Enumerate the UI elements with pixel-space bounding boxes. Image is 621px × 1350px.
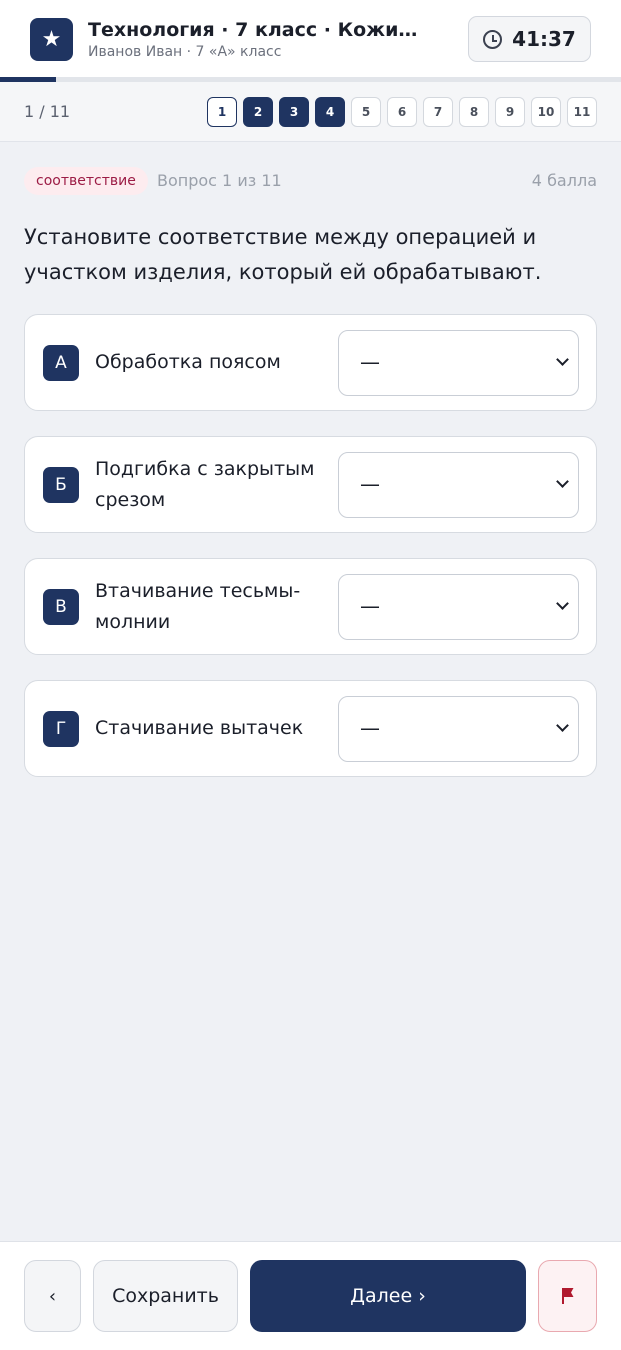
question-text: Установите соответствие между операцией …	[24, 225, 542, 284]
clock-icon	[483, 29, 503, 49]
match-row: Г Стачивание вытачек —	[24, 680, 597, 777]
page: ★ Технология · 7 класс · Кожина, 2... Ив…	[0, 0, 621, 1350]
match-select[interactable]: —	[338, 330, 579, 396]
match-label: Стачивание вытачек	[95, 717, 304, 739]
question-navigator: 1 / 11 1 2 3 4 5 6 7 8 9 10 11	[0, 82, 621, 142]
question-pill-6[interactable]: 6	[387, 97, 417, 127]
select-value: —	[360, 716, 380, 740]
question-meta: соответствие Вопрос 1 из 11 4 балла	[24, 167, 597, 195]
select-value: —	[360, 472, 380, 496]
question-number: Вопрос 1 из 11	[157, 171, 282, 190]
timer: 41:37	[468, 16, 591, 62]
match-label: Втачивание тесьмы-молнии	[95, 579, 301, 633]
question-pill-1[interactable]: 1	[207, 97, 237, 127]
question-pill-8[interactable]: 8	[459, 97, 489, 127]
match-row: А Обработка поясом —	[24, 314, 597, 411]
match-label: Подгибка с закрытым срезом	[95, 457, 315, 511]
select-value: —	[360, 594, 380, 618]
header: ★ Технология · 7 класс · Кожина, 2... Ив…	[0, 0, 621, 78]
question-pill-10[interactable]: 10	[531, 97, 561, 127]
star-icon: ★	[30, 17, 73, 61]
timer-value: 41:37	[512, 27, 576, 51]
save-button[interactable]: Сохранить	[93, 1260, 238, 1332]
match-row: Б Подгибка с закрытым срезом —	[24, 436, 597, 533]
header-text: Технология · 7 класс · Кожина, 2... Иван…	[88, 19, 428, 60]
question-pill-3[interactable]: 3	[279, 97, 309, 127]
select-value: —	[360, 350, 380, 374]
chevron-down-icon	[556, 597, 569, 610]
question-points: 4 балла	[531, 171, 597, 190]
match-letter-badge: В	[43, 589, 79, 625]
flag-icon	[560, 1287, 576, 1305]
chevron-down-icon	[556, 353, 569, 366]
match-letter-badge: А	[43, 345, 79, 381]
student-info: Иванов Иван · 7 «А» класс	[88, 43, 282, 60]
question-pill-11[interactable]: 11	[567, 97, 597, 127]
question-pills: 1 2 3 4 5 6 7 8 9 10 11	[207, 97, 597, 127]
flag-button[interactable]	[538, 1260, 597, 1332]
question-pill-5[interactable]: 5	[351, 97, 381, 127]
next-button[interactable]: Далее ›	[250, 1260, 526, 1332]
match-letter-badge: Б	[43, 467, 79, 503]
chevron-down-icon	[556, 475, 569, 488]
question-pill-2[interactable]: 2	[243, 97, 273, 127]
prev-button[interactable]: ‹	[24, 1260, 81, 1332]
question-type-tag: соответствие	[24, 167, 148, 195]
match-letter-badge: Г	[43, 711, 79, 747]
test-title: Технология · 7 класс · Кожина, 2...	[88, 18, 428, 41]
question-pill-4[interactable]: 4	[315, 97, 345, 127]
question-pill-7[interactable]: 7	[423, 97, 453, 127]
match-label: Обработка поясом	[95, 351, 281, 373]
match-select[interactable]: —	[338, 574, 579, 640]
match-row: В Втачивание тесьмы-молнии —	[24, 558, 597, 655]
footer: ‹ Сохранить Далее ›	[0, 1241, 621, 1350]
question-counter: 1 / 11	[24, 102, 71, 121]
chevron-down-icon	[556, 719, 569, 732]
match-select[interactable]: —	[338, 696, 579, 762]
question-pill-9[interactable]: 9	[495, 97, 525, 127]
match-select[interactable]: —	[338, 452, 579, 518]
